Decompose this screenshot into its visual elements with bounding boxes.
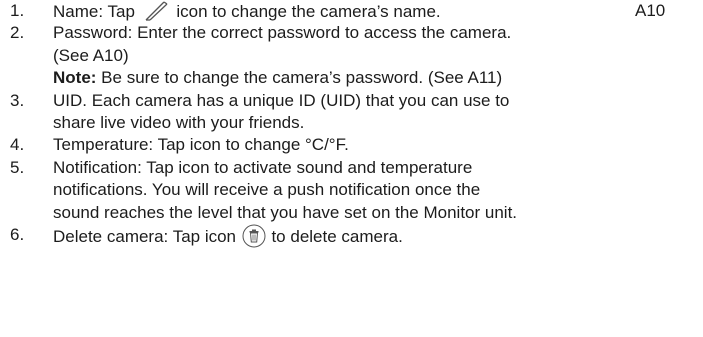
- item-text: Password: Enter the correct password to …: [53, 23, 512, 43]
- item-text: UID. Each camera has a unique ID (UID) t…: [53, 90, 510, 110]
- item-number: 4.: [10, 135, 25, 155]
- section-reference: A10: [635, 1, 666, 20]
- item-text: share live video with your friends.: [53, 112, 305, 132]
- item-text: (See A10): [53, 45, 129, 65]
- list-item-notification: 5. Notification: Tap icon to activate so…: [10, 157, 700, 224]
- item-text: Delete camera: Tap icon: [53, 226, 241, 246]
- item-number: 5.: [10, 157, 25, 177]
- item-number: 1.: [10, 1, 25, 20]
- note-label: Note:: [53, 68, 97, 88]
- list-item-delete-camera: 6. Delete camera: Tap icon to delete cam…: [10, 224, 700, 248]
- numbered-instruction-list: 1. Name: Tap icon to change the camera’s…: [10, 0, 700, 248]
- list-item-password: 2. Password: Enter the correct password …: [10, 22, 700, 89]
- trash-icon: [242, 224, 266, 248]
- item-line: Delete camera: Tap icon to delete camera…: [53, 224, 700, 248]
- note-text: Be sure to change the camera’s password.…: [96, 68, 503, 88]
- item-text: notifications. You will receive a push n…: [53, 180, 481, 200]
- list-item-temperature: 4. Temperature: Tap icon to change °C/°F…: [10, 134, 700, 156]
- item-number: 6.: [10, 224, 25, 244]
- list-item-name: 1. Name: Tap icon to change the camera’s…: [10, 0, 700, 22]
- item-number: 3.: [10, 90, 25, 110]
- item-text: sound reaches the level that you have se…: [53, 202, 518, 222]
- manual-page: 1. Name: Tap icon to change the camera’s…: [0, 0, 703, 337]
- item-line: Name: Tap icon to change the camera’s na…: [53, 0, 700, 22]
- item-text: Temperature: Tap icon to change °C/°F.: [53, 135, 349, 155]
- item-text: to delete camera.: [266, 226, 403, 246]
- item-text: icon to change the camera’s name.: [171, 2, 441, 21]
- item-text: Notification: Tap icon to activate sound…: [53, 157, 473, 177]
- item-note: Note: Be sure to change the camera’s pas…: [53, 67, 700, 89]
- item-number: 2.: [10, 23, 25, 43]
- item-text: Name: Tap: [53, 2, 140, 21]
- list-item-uid: 3. UID. Each camera has a unique ID (UID…: [10, 90, 700, 135]
- pen-icon: [145, 1, 168, 21]
